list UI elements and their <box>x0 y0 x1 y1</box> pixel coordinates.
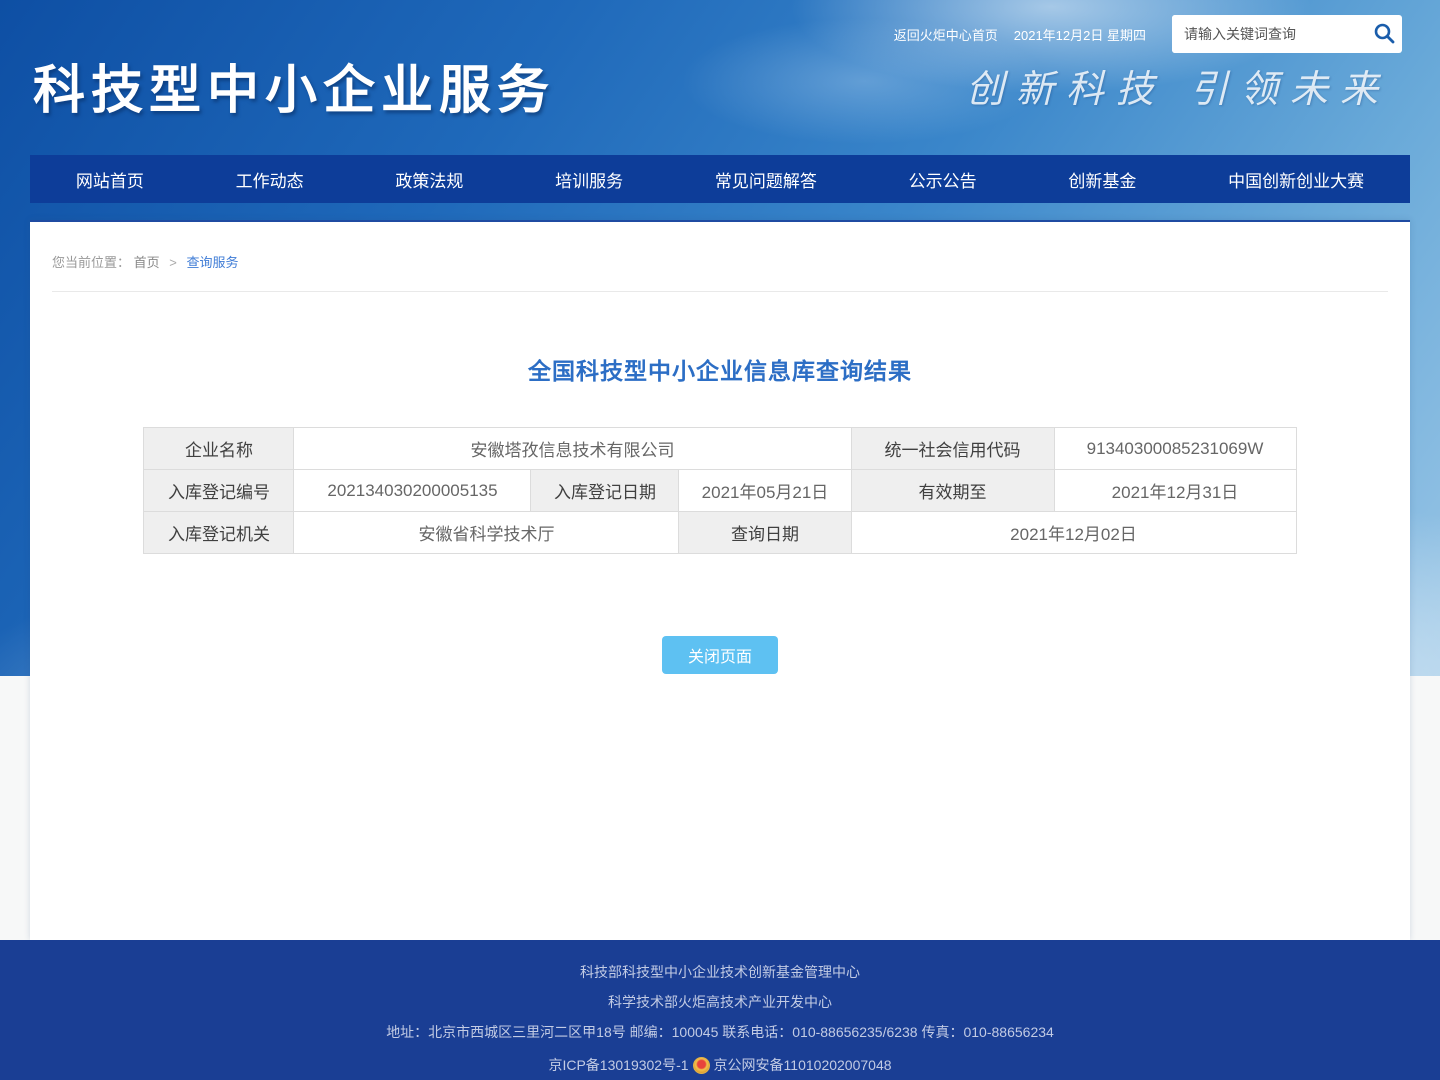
search-input[interactable] <box>1172 15 1365 53</box>
primary-nav: 网站首页 工作动态 政策法规 培训服务 常见问题解答 公示公告 创新基金 中国创… <box>30 155 1410 203</box>
footer-record-line: 京ICP备13019302号-1 京公网安备11010202007048 <box>0 1055 1440 1075</box>
nav-item-training[interactable]: 培训服务 <box>555 167 623 192</box>
police-record-link[interactable]: 京公网安备11010202007048 <box>714 1055 892 1075</box>
footer-org-line-2: 科学技术部火炬高技术产业开发中心 <box>0 995 1440 1010</box>
breadcrumb: 您当前位置： 首页 > 查询服务 <box>52 222 1388 292</box>
search-button[interactable] <box>1365 15 1402 53</box>
footer-contact-line: 地址：北京市西城区三里河二区甲18号 邮编：100045 联系电话：010-88… <box>0 1025 1440 1040</box>
police-badge-icon <box>693 1057 710 1074</box>
nav-item-announcements[interactable]: 公示公告 <box>909 167 977 192</box>
query-result-table: 企业名称 安徽塔孜信息技术有限公司 统一社会信用代码 9134030008523… <box>143 427 1296 554</box>
search-box <box>1172 15 1402 53</box>
query-date-value: 2021年12月02日 <box>851 512 1296 554</box>
breadcrumb-separator: > <box>169 255 177 270</box>
table-row: 入库登记编号 202134030200005135 入库登记日期 2021年05… <box>144 470 1296 512</box>
company-name-label: 企业名称 <box>144 428 294 470</box>
icp-record-link[interactable]: 京ICP备13019302号-1 <box>548 1055 688 1075</box>
nav-item-home[interactable]: 网站首页 <box>76 167 144 192</box>
nav-item-innovation-fund[interactable]: 创新基金 <box>1068 167 1136 192</box>
company-name-value: 安徽塔孜信息技术有限公司 <box>294 428 851 470</box>
nav-item-work-news[interactable]: 工作动态 <box>236 167 304 192</box>
credit-code-value: 91340300085231069W <box>1054 428 1296 470</box>
query-date-label: 查询日期 <box>679 512 851 554</box>
registration-number-label: 入库登记编号 <box>144 470 294 512</box>
registration-date-label: 入库登记日期 <box>531 470 679 512</box>
registration-authority-label: 入库登记机关 <box>144 512 294 554</box>
torch-center-home-link[interactable]: 返回火炬中心首页 <box>894 25 998 44</box>
table-row: 企业名称 安徽塔孜信息技术有限公司 统一社会信用代码 9134030008523… <box>144 428 1296 470</box>
current-date: 2021年12月2日 星期四 <box>1014 25 1146 44</box>
table-row: 入库登记机关 安徽省科学技术厅 查询日期 2021年12月02日 <box>144 512 1296 554</box>
page-footer: 科技部科技型中小企业技术创新基金管理中心 科学技术部火炬高技术产业开发中心 地址… <box>0 940 1440 1080</box>
valid-until-value: 2021年12月31日 <box>1054 470 1296 512</box>
registration-authority-value: 安徽省科学技术厅 <box>294 512 679 554</box>
site-logo: 科技型中小企业服务 <box>33 48 555 123</box>
registration-date-value: 2021年05月21日 <box>679 470 851 512</box>
site-slogan: 创新科技 引领未来 <box>966 58 1390 113</box>
footer-org-line-1: 科技部科技型中小企业技术创新基金管理中心 <box>0 965 1440 980</box>
breadcrumb-prefix: 您当前位置： <box>52 255 130 270</box>
close-page-button[interactable]: 关闭页面 <box>662 636 778 674</box>
page-title: 全国科技型中小企业信息库查询结果 <box>30 352 1410 386</box>
breadcrumb-home-link[interactable]: 首页 <box>134 255 160 270</box>
valid-until-label: 有效期至 <box>851 470 1054 512</box>
breadcrumb-current-link[interactable]: 查询服务 <box>187 255 239 270</box>
nav-item-policies[interactable]: 政策法规 <box>395 167 463 192</box>
search-icon <box>1372 21 1396 48</box>
nav-item-faq[interactable]: 常见问题解答 <box>715 167 817 192</box>
credit-code-label: 统一社会信用代码 <box>851 428 1054 470</box>
nav-item-competition[interactable]: 中国创新创业大赛 <box>1228 167 1364 192</box>
registration-number-value: 202134030200005135 <box>294 470 531 512</box>
main-panel: 您当前位置： 首页 > 查询服务 全国科技型中小企业信息库查询结果 企业名称 安… <box>30 220 1410 940</box>
